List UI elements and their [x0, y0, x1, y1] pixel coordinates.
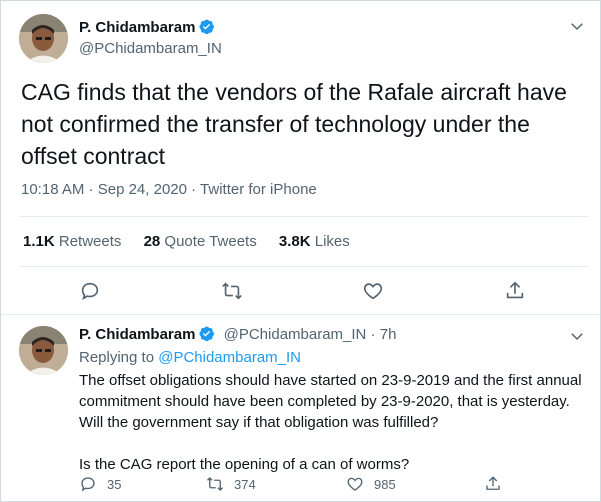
replying-to-link[interactable]: @PChidambaram_IN: [158, 349, 301, 366]
tweet-stats: 1.1K Retweets 28 Quote Tweets 3.8K Likes: [23, 233, 368, 250]
tweet-meta: 10:18 AM · Sep 24, 2020 · Twitter for iP…: [21, 181, 317, 198]
reply-author-avatar[interactable]: [19, 326, 68, 375]
reply-paragraph-1: The offset obligations should have start…: [79, 372, 582, 431]
share-icon: [486, 476, 500, 490]
divider-bottom: [1, 314, 600, 315]
heart-icon[interactable]: [362, 280, 384, 302]
tweet-time[interactable]: 10:18 AM: [21, 181, 84, 198]
quotes-count: 28: [143, 233, 161, 250]
reply-likes-action[interactable]: 985: [346, 475, 396, 493]
tweet-text: CAG finds that the vendors of the Rafale…: [21, 79, 567, 169]
meta-separator-2: ·: [186, 181, 201, 198]
reply-icon: [81, 477, 95, 492]
retweets-count: 1.1K: [23, 233, 55, 250]
tweet-date[interactable]: Sep 24, 2020: [98, 181, 187, 198]
retweet-icon[interactable]: [221, 280, 243, 302]
share-icon[interactable]: [504, 280, 526, 302]
retweets-stat[interactable]: 1.1K Retweets: [23, 233, 121, 250]
replying-to: Replying to @PChidambaram_IN: [79, 349, 301, 366]
reply-replies-action[interactable]: 35: [79, 475, 121, 493]
meta-separator: ·: [84, 181, 98, 198]
replying-prefix: Replying to: [79, 349, 155, 366]
divider-top: [19, 216, 589, 217]
replies-count: 35: [107, 476, 122, 492]
tweet-card: P. Chidambaram @PChidambaram_IN CAG find…: [0, 0, 601, 502]
reply-author-name[interactable]: P. Chidambaram: [79, 326, 195, 343]
retweet-icon: [207, 477, 223, 491]
likes-count: 3.8K: [278, 233, 311, 250]
reply-text: The offset obligations should have start…: [79, 370, 589, 475]
verified-badge-icon: [198, 325, 215, 346]
reply-retweets-action[interactable]: 374: [206, 475, 256, 493]
reply-retweets-count: 374: [234, 476, 256, 492]
tweet-source[interactable]: Twitter for iPhone: [200, 181, 317, 198]
author-name[interactable]: P. Chidambaram: [79, 19, 195, 36]
likes-label: Likes: [314, 233, 350, 250]
chevron-down-icon[interactable]: [568, 17, 586, 35]
reply-share-action[interactable]: [484, 475, 502, 493]
chevron-down-icon[interactable]: [568, 327, 586, 345]
author-handle[interactable]: @PChidambaram_IN: [79, 40, 222, 57]
reply-age[interactable]: · 7h: [371, 326, 397, 343]
reply-paragraph-2: Is the CAG report the opening of a can o…: [79, 456, 410, 473]
verified-badge-icon: [198, 18, 215, 40]
reply-likes-count: 985: [374, 476, 396, 492]
quotes-label: Quote Tweets: [164, 233, 257, 250]
heart-icon: [347, 477, 363, 491]
divider-mid: [19, 266, 589, 267]
quotes-stat[interactable]: 28 Quote Tweets: [144, 233, 257, 250]
reply-icon[interactable]: [79, 280, 101, 302]
reply-header: P. Chidambaram @PChidambaram_IN · 7h: [79, 325, 396, 346]
author-avatar[interactable]: [19, 14, 68, 63]
retweets-label: Retweets: [58, 233, 122, 250]
reply-author-handle[interactable]: @PChidambaram_IN: [224, 326, 367, 343]
likes-stat[interactable]: 3.8K Likes: [279, 233, 350, 250]
